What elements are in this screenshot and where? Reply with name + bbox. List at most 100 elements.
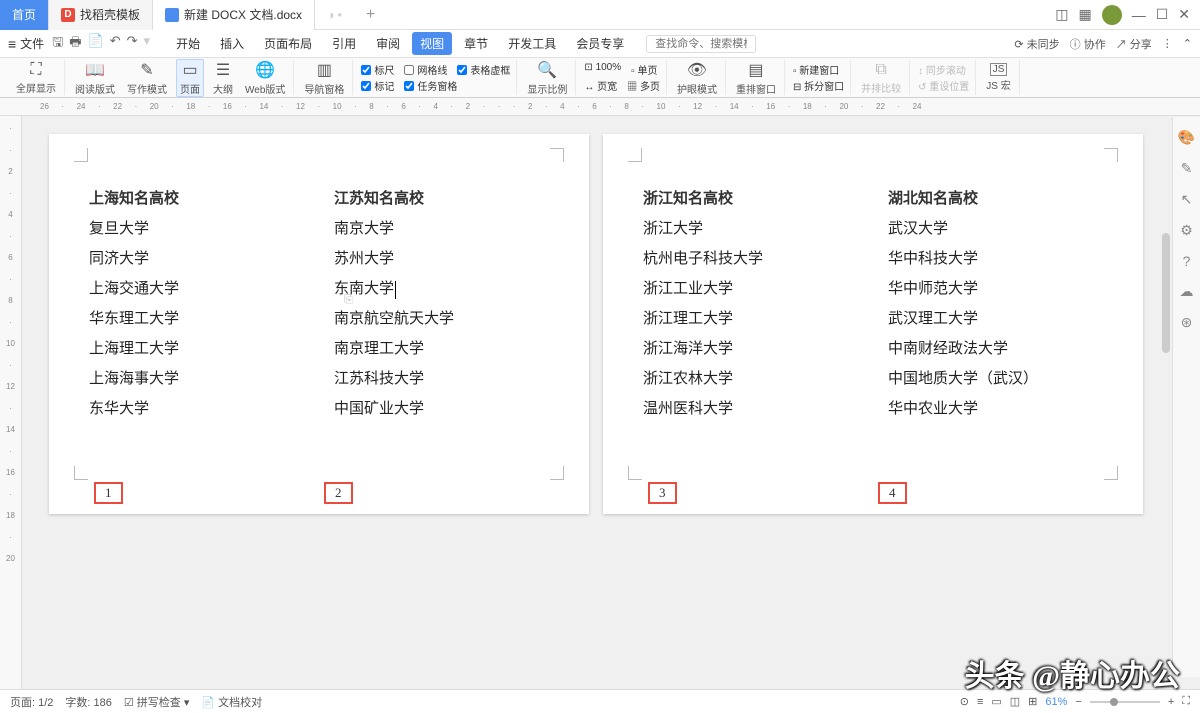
menu-tab-insert[interactable]: 插入: [212, 32, 252, 55]
navpane-button[interactable]: ▥导航窗格: [301, 60, 347, 96]
list-item[interactable]: 中国矿业大学: [334, 394, 549, 424]
marker-checkbox[interactable]: 标记: [361, 78, 394, 93]
fit-button[interactable]: ⛶: [1182, 695, 1190, 708]
outline-button[interactable]: ☰大纲: [210, 60, 236, 96]
taskpane-checkbox[interactable]: 任务窗格: [404, 78, 457, 93]
tableframe-checkbox[interactable]: 表格虚框: [457, 62, 510, 77]
list-item[interactable]: 东华大学: [89, 394, 304, 424]
write-mode-button[interactable]: ✎写作模式: [124, 60, 170, 96]
zoomratio-button[interactable]: 🔍显示比例: [524, 60, 570, 96]
status-spell[interactable]: ☑ 拼写检查 ▾: [124, 694, 190, 710]
close-button[interactable]: ✕: [1178, 6, 1190, 23]
view-mode-1-icon[interactable]: ⊙: [960, 695, 969, 708]
list-item[interactable]: 上海交通大学: [89, 274, 304, 304]
share-button[interactable]: ↗ 分享: [1116, 36, 1152, 52]
list-item[interactable]: 杭州电子科技大学: [643, 244, 858, 274]
command-search-input[interactable]: [646, 35, 756, 53]
view-mode-5-icon[interactable]: ⊞: [1028, 695, 1037, 708]
list-item[interactable]: 武汉大学: [888, 214, 1103, 244]
list-item[interactable]: 武汉理工大学: [888, 304, 1103, 334]
horizontal-ruler[interactable]: 26·24·22·20·18·16·14·12·10·8·6·4·2···2·4…: [0, 98, 1200, 116]
menu-tab-view[interactable]: 视图: [412, 32, 452, 55]
dropdown-icon[interactable]: ▾: [144, 33, 151, 55]
menu-tab-devtools[interactable]: 开发工具: [500, 32, 564, 55]
pagewidth-button[interactable]: ↔ 页宽: [584, 78, 617, 93]
rearrange-button[interactable]: ▤重排窗口: [733, 60, 779, 96]
status-page[interactable]: 页面: 1/2: [10, 694, 53, 710]
column-heading[interactable]: 江苏知名高校: [334, 184, 549, 214]
list-item[interactable]: 苏州大学: [334, 244, 549, 274]
newwin-button[interactable]: ▫ 新建窗口: [793, 62, 844, 77]
column-1[interactable]: 上海知名高校复旦大学同济大学上海交通大学华东理工大学上海理工大学上海海事大学东华…: [89, 184, 304, 484]
status-proof[interactable]: 📄 文档校对: [201, 694, 262, 710]
tab-document[interactable]: 新建 DOCX 文档.docx: [153, 0, 315, 30]
sidebar-cloud-icon[interactable]: ☁: [1180, 283, 1194, 300]
jsmacro-button[interactable]: JSJS 宏: [983, 63, 1013, 92]
status-words[interactable]: 字数: 186: [65, 694, 111, 710]
hamburger-icon[interactable]: ≡: [8, 36, 16, 52]
list-item[interactable]: 华中师范大学: [888, 274, 1103, 304]
collapse-ribbon-icon[interactable]: ⌃: [1183, 37, 1192, 50]
single-page-button[interactable]: ▫ 单页: [631, 62, 657, 77]
read-layout-button[interactable]: 📖阅读版式: [72, 60, 118, 96]
list-item[interactable]: 南京航空航天大学: [334, 304, 549, 334]
list-item[interactable]: 中国地质大学（武汉）: [888, 364, 1103, 394]
column-heading[interactable]: 上海知名高校: [89, 184, 304, 214]
view-mode-2-icon[interactable]: ≡: [977, 696, 983, 708]
web-layout-button[interactable]: 🌐Web版式: [242, 60, 288, 96]
zoom-value[interactable]: 61%: [1045, 696, 1067, 708]
list-item[interactable]: 温州医科大学: [643, 394, 858, 424]
grid-checkbox[interactable]: 网格线: [404, 62, 447, 77]
menu-tab-chapter[interactable]: 章节: [456, 32, 496, 55]
list-item[interactable]: 浙江工业大学: [643, 274, 858, 304]
column-3[interactable]: 浙江知名高校浙江大学杭州电子科技大学浙江工业大学浙江理工大学浙江海洋大学浙江农林…: [643, 184, 858, 484]
vertical-ruler[interactable]: ··2·4·6·8·10·12·14·16·18·20: [0, 116, 22, 696]
layout1-icon[interactable]: ◫: [1055, 6, 1068, 23]
eyecare-button[interactable]: 👁护眼模式: [674, 60, 720, 96]
user-avatar[interactable]: [1102, 5, 1122, 25]
tab-template[interactable]: D找稻壳模板: [49, 0, 153, 30]
redo-icon[interactable]: ↷: [127, 33, 138, 55]
file-menu[interactable]: 文件: [20, 35, 44, 52]
maximize-button[interactable]: ☐: [1156, 6, 1169, 23]
column-heading[interactable]: 湖北知名高校: [888, 184, 1103, 214]
print-icon[interactable]: 🖶: [69, 33, 81, 55]
zoom-out-button[interactable]: −: [1075, 696, 1081, 708]
list-item[interactable]: 浙江大学: [643, 214, 858, 244]
column-4[interactable]: 湖北知名高校武汉大学华中科技大学华中师范大学武汉理工大学中南财经政法大学中国地质…: [888, 184, 1103, 484]
list-item[interactable]: 南京大学: [334, 214, 549, 244]
list-item[interactable]: 华中农业大学: [888, 394, 1103, 424]
vertical-scrollbar[interactable]: [1160, 233, 1172, 696]
view-mode-3-icon[interactable]: ▭: [991, 695, 1001, 708]
list-item[interactable]: 上海海事大学: [89, 364, 304, 394]
menu-tab-review[interactable]: 审阅: [368, 32, 408, 55]
split-button[interactable]: ⊟ 拆分窗口: [793, 78, 844, 93]
ruler-checkbox[interactable]: 标尺: [361, 62, 394, 77]
sidebar-link-icon[interactable]: ⊛: [1181, 314, 1193, 331]
list-item[interactable]: 上海理工大学: [89, 334, 304, 364]
menu-tab-layout[interactable]: 页面布局: [256, 32, 320, 55]
list-item[interactable]: 复旦大学: [89, 214, 304, 244]
page-layout-button[interactable]: ▭页面: [176, 59, 204, 97]
list-item[interactable]: 中南财经政法大学: [888, 334, 1103, 364]
fullscreen-button[interactable]: ⛶全屏显示: [13, 61, 59, 95]
list-item[interactable]: 浙江理工大学: [643, 304, 858, 334]
sidebar-help-icon[interactable]: ?: [1183, 253, 1191, 269]
tab-feedback-icon[interactable]: ◑ •: [315, 8, 354, 22]
preview-icon[interactable]: 📄: [88, 33, 104, 55]
sidebar-settings-icon[interactable]: ⚙: [1180, 222, 1193, 239]
unsync-button[interactable]: ⟳ 未同步: [1014, 36, 1059, 52]
view-mode-4-icon[interactable]: ◫: [1010, 695, 1020, 708]
list-item[interactable]: 浙江农林大学: [643, 364, 858, 394]
undo-icon[interactable]: ↶: [110, 33, 121, 55]
list-item[interactable]: 南京理工大学: [334, 334, 549, 364]
minimize-button[interactable]: —: [1132, 7, 1146, 23]
sidebar-palette-icon[interactable]: 🎨: [1178, 129, 1195, 146]
column-2[interactable]: 江苏知名高校南京大学苏州大学东南大学南京航空航天大学南京理工大学江苏科技大学中国…: [334, 184, 549, 484]
list-item[interactable]: 浙江海洋大学: [643, 334, 858, 364]
list-item[interactable]: 同济大学: [89, 244, 304, 274]
list-item[interactable]: 江苏科技大学: [334, 364, 549, 394]
new-tab-button[interactable]: +: [354, 6, 387, 24]
zoom100-button[interactable]: ⊡ 100%: [584, 62, 621, 77]
sidebar-pencil-icon[interactable]: ✎: [1181, 160, 1193, 177]
